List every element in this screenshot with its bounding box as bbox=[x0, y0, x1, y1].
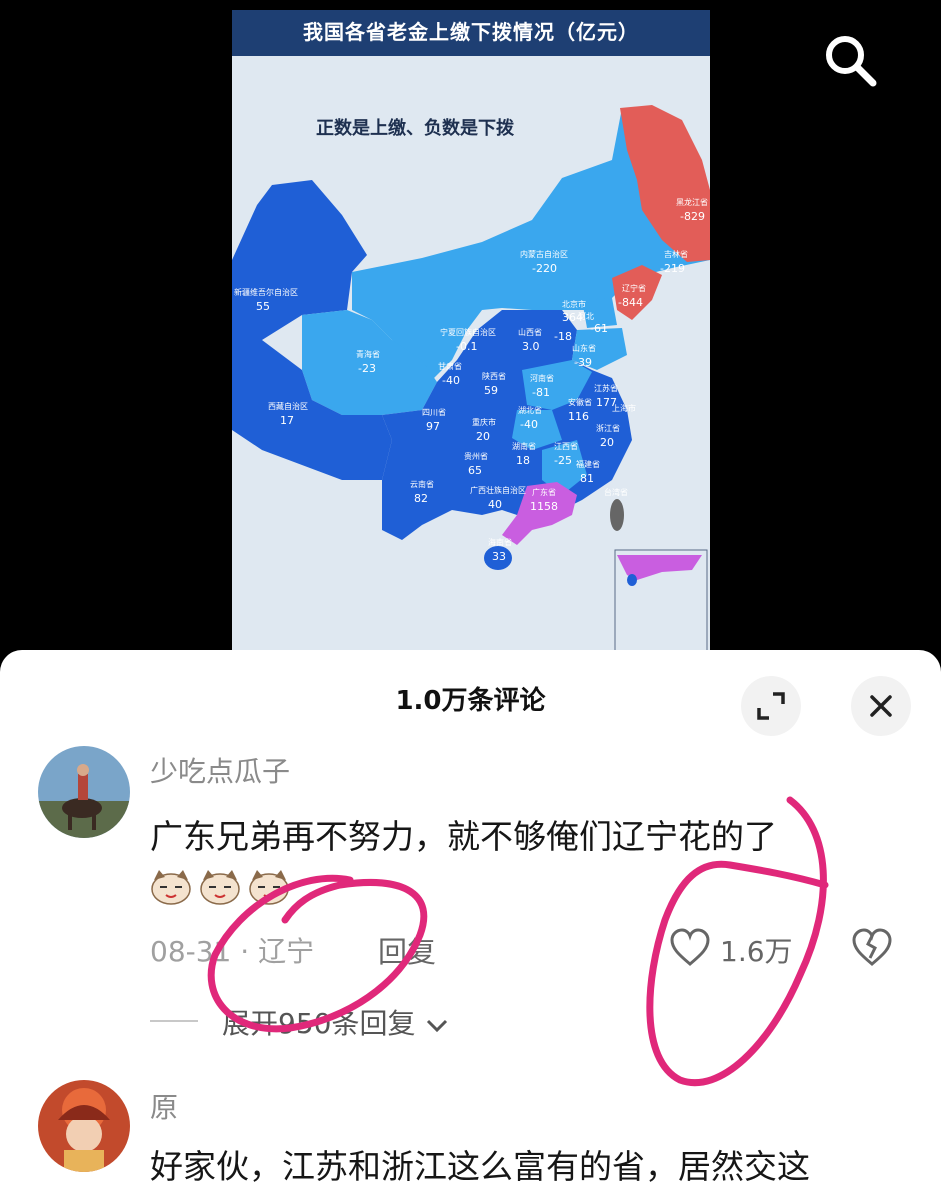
province-value: 20 bbox=[600, 436, 614, 449]
province-label: 吉林省 bbox=[664, 250, 688, 259]
search-icon bbox=[826, 36, 877, 87]
like-button[interactable] bbox=[668, 926, 712, 970]
province-label: 海南省 bbox=[488, 538, 512, 547]
like-count: 1.6万 bbox=[720, 935, 793, 968]
province-value: -18 bbox=[554, 330, 572, 343]
comment-panel: 1.0万条评论 少吃点瓜子 广东兄弟再不努力，就不够俺们辽宁花的了 08-31 … bbox=[0, 650, 941, 1200]
province-value: -219 bbox=[660, 262, 685, 275]
province-value: -25 bbox=[554, 454, 572, 467]
province-value: 18 bbox=[516, 454, 530, 467]
video-area[interactable]: 我国各省老金上缴下拨情况（亿元） 正数是上缴、负数是下拨 黑龙江省 -829 吉… bbox=[0, 0, 941, 660]
province-label: 广西壮族自治区 bbox=[470, 486, 526, 495]
province-value: 59 bbox=[484, 384, 498, 397]
screen: 我国各省老金上缴下拨情况（亿元） 正数是上缴、负数是下拨 黑龙江省 -829 吉… bbox=[0, 0, 941, 1200]
province-label: 黑龙江省 bbox=[676, 198, 708, 207]
map-title: 我国各省老金上缴下拨情况（亿元） bbox=[232, 10, 710, 56]
province-value: 3.0 bbox=[522, 340, 540, 353]
expand-replies-label: 展开950条回复 bbox=[222, 1007, 416, 1040]
map-subtitle: 正数是上缴、负数是下拨 bbox=[316, 118, 514, 139]
province-value: 17 bbox=[280, 414, 294, 427]
avatar-image bbox=[38, 746, 130, 838]
province-label: 山东省 bbox=[572, 344, 596, 353]
comment-text: 好家伙，江苏和浙江这么富有的省，居然交这 bbox=[150, 1147, 810, 1186]
province-value: -81 bbox=[532, 386, 550, 399]
province-label: 山西省 bbox=[518, 328, 542, 337]
comment-username[interactable]: 原 bbox=[150, 1086, 178, 1126]
map-image: 我国各省老金上缴下拨情况（亿元） 正数是上缴、负数是下拨 黑龙江省 -829 吉… bbox=[232, 10, 710, 660]
province-value: 65 bbox=[468, 464, 482, 477]
province-label: 上海市 bbox=[612, 404, 636, 413]
province-label: 河南省 bbox=[530, 374, 554, 383]
province-value: 20 bbox=[476, 430, 490, 443]
province-value: -0.1 bbox=[456, 340, 478, 353]
province-value: 40 bbox=[488, 498, 502, 511]
province-value: -844 bbox=[618, 296, 643, 309]
province-label: 甘肃省 bbox=[438, 362, 462, 371]
province-label: 四川省 bbox=[422, 408, 446, 417]
expand-panel-button[interactable] bbox=[741, 676, 801, 736]
divider-line bbox=[150, 1020, 198, 1022]
close-panel-button[interactable] bbox=[851, 676, 911, 736]
cat-emoji-icon bbox=[249, 870, 289, 905]
broken-heart-icon bbox=[852, 928, 892, 966]
close-icon bbox=[870, 695, 892, 717]
avatar[interactable] bbox=[38, 1080, 130, 1172]
heart-outline-icon bbox=[670, 928, 710, 966]
reply-button[interactable]: 回复 bbox=[378, 929, 436, 971]
avatar-image bbox=[38, 1080, 130, 1172]
province-label: 河北 bbox=[578, 312, 594, 321]
province-value: 81 bbox=[580, 472, 594, 485]
province-label: 湖北省 bbox=[518, 406, 542, 415]
province-label: 青海省 bbox=[356, 350, 380, 359]
expand-icon bbox=[757, 692, 785, 720]
cat-emoji-icon bbox=[151, 870, 191, 905]
comment-date-location: 08-31 · 辽宁 bbox=[150, 935, 315, 968]
expand-replies-button[interactable]: 展开950条回复 bbox=[222, 1002, 450, 1042]
province-label: 广东省 bbox=[532, 488, 556, 497]
province-label: 陕西省 bbox=[482, 372, 506, 381]
province-value: -23 bbox=[358, 362, 376, 375]
province-label: 江苏省 bbox=[594, 384, 618, 393]
province-value: 55 bbox=[256, 300, 270, 313]
province-label: 福建省 bbox=[576, 460, 600, 469]
comment-username[interactable]: 少吃点瓜子 bbox=[150, 750, 290, 790]
province-value: -829 bbox=[680, 210, 705, 223]
dislike-button[interactable] bbox=[850, 926, 894, 970]
province-label: 湖南省 bbox=[512, 442, 536, 451]
province-label: 安徽省 bbox=[568, 398, 592, 407]
province-label: 内蒙古自治区 bbox=[520, 250, 568, 259]
province-label: 新疆维吾尔自治区 bbox=[234, 288, 298, 297]
province-label: 北京市 bbox=[562, 300, 586, 309]
province-label: 台湾省 bbox=[604, 488, 628, 497]
comment-text: 广东兄弟再不努力，就不够俺们辽宁花的了 bbox=[150, 817, 777, 856]
cat-emoji-icon bbox=[200, 870, 240, 905]
province-label: 重庆市 bbox=[472, 418, 496, 427]
avatar[interactable] bbox=[38, 746, 130, 838]
province-label: 辽宁省 bbox=[622, 284, 646, 293]
province-value: 116 bbox=[568, 410, 589, 423]
province-label: 宁夏回族自治区 bbox=[440, 328, 496, 337]
province-label: 贵州省 bbox=[464, 452, 488, 461]
province-value: -40 bbox=[520, 418, 538, 431]
province-value: -61 bbox=[590, 322, 608, 335]
province-label: 西藏自治区 bbox=[268, 402, 308, 411]
province-label: 江西省 bbox=[554, 442, 578, 451]
province-value: -39 bbox=[574, 356, 592, 369]
search-button[interactable] bbox=[818, 28, 882, 92]
province-label: 云南省 bbox=[410, 480, 434, 489]
province-value: -40 bbox=[442, 374, 460, 387]
province-value: -220 bbox=[532, 262, 557, 275]
province-label: 浙江省 bbox=[596, 424, 620, 433]
chevron-down-icon bbox=[427, 1019, 448, 1033]
province-value: 1158 bbox=[530, 500, 558, 513]
province-value: 82 bbox=[414, 492, 428, 505]
province-value: 33 bbox=[492, 550, 506, 563]
province-value: 97 bbox=[426, 420, 440, 433]
